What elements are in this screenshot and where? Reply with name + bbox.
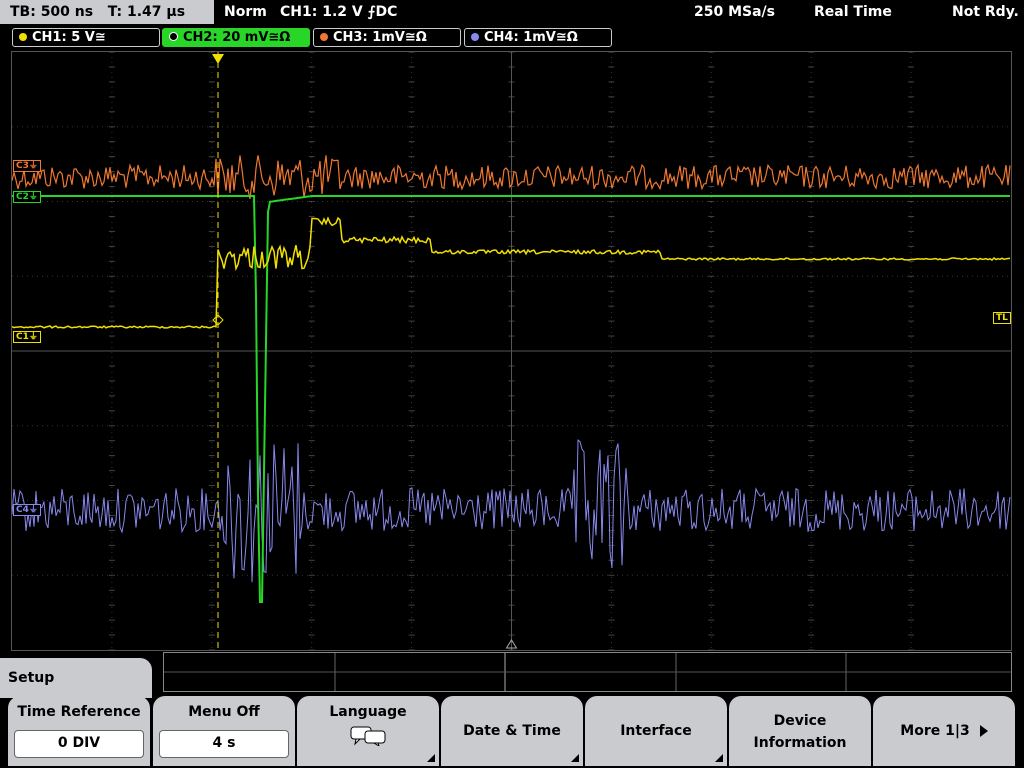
channel-4-ground-marker[interactable]: C4⏚ [13,504,41,516]
timebase-box[interactable]: TB: 500 ns T: 1.47 µs [0,0,214,24]
sample-rate: 250 MSa/s [694,4,776,20]
device-information-label-2: Information [753,735,847,751]
trigger-level-marker[interactable]: TL [993,312,1011,324]
channel-1-dot-icon [19,32,27,41]
acquisition-mode: Real Time [814,4,892,20]
interface-key[interactable]: Interface [585,696,727,766]
channel-2-ground-marker[interactable]: C2⏚ [13,191,41,203]
menu-off-key[interactable]: Menu Off 4 s [153,696,295,766]
menu-title: Setup [0,658,152,698]
trigger-setting[interactable]: CH1: 1.2 V ⨍DC [280,0,397,24]
menu-off-value: 4 s [159,730,289,758]
time-reference-value: 0 DIV [14,730,144,758]
date-time-label: Date & Time [463,723,561,739]
more-label: More 1|3 [900,723,970,739]
device-information-label-1: Device [773,713,827,729]
date-time-key[interactable]: Date & Time [441,696,583,766]
device-information-key[interactable]: Device Information [729,696,871,766]
channel-1-ground-marker[interactable]: C1⏚ [13,331,41,343]
submenu-indicator-icon [427,754,435,762]
submenu-indicator-icon [571,754,579,762]
channel-4-tab[interactable]: CH4: 1mV≅Ω [464,28,612,47]
language-label: Language [329,704,407,720]
channel-tabs: CH1: 5 V≅ CH2: 20 mV≅Ω CH3: 1mV≅Ω CH4: 1… [0,26,1024,48]
trigger-state: Not Rdy. [952,4,1019,20]
channel-3-dot-icon [320,32,328,41]
channel-1-label: CH1: 5 V≅ [32,30,106,45]
channel-2-dot-icon [169,32,178,41]
menu-off-label: Menu Off [188,704,260,720]
status-bar: TB: 500 ns T: 1.47 µs Norm CH1: 1.2 V ⨍D… [0,0,1024,24]
next-page-icon [979,725,988,737]
zoom-strip-grid [164,653,1011,691]
more-key[interactable]: More 1|3 [873,696,1015,766]
zoom-strip [163,652,1012,692]
waveform-display[interactable] [11,51,1012,651]
channel-3-tab[interactable]: CH3: 1mV≅Ω [313,28,461,47]
trigger-mode[interactable]: Norm [224,0,267,24]
time-reference-label: Time Reference [17,704,141,720]
channel-2-label: CH2: 20 mV≅Ω [183,30,291,45]
timebase-readout: TB: 500 ns [10,4,94,20]
trigger-time-readout: T: 1.47 µs [107,4,186,20]
channel-3-ground-marker[interactable]: C3⏚ [13,160,41,172]
channel-4-dot-icon [471,32,479,41]
submenu-indicator-icon [715,754,723,762]
channel-1-tab[interactable]: CH1: 5 V≅ [12,28,160,47]
channel-4-label: CH4: 1mV≅Ω [484,30,578,45]
time-reference-key[interactable]: Time Reference 0 DIV [8,696,150,766]
language-key[interactable]: Language [297,696,439,766]
trigger-position-icon [212,54,224,64]
channel-3-label: CH3: 1mV≅Ω [333,30,427,45]
speech-bubbles-icon [350,726,386,748]
channel-2-tab[interactable]: CH2: 20 mV≅Ω [162,28,310,47]
waveform-svg [12,52,1011,650]
interface-label: Interface [620,723,692,739]
